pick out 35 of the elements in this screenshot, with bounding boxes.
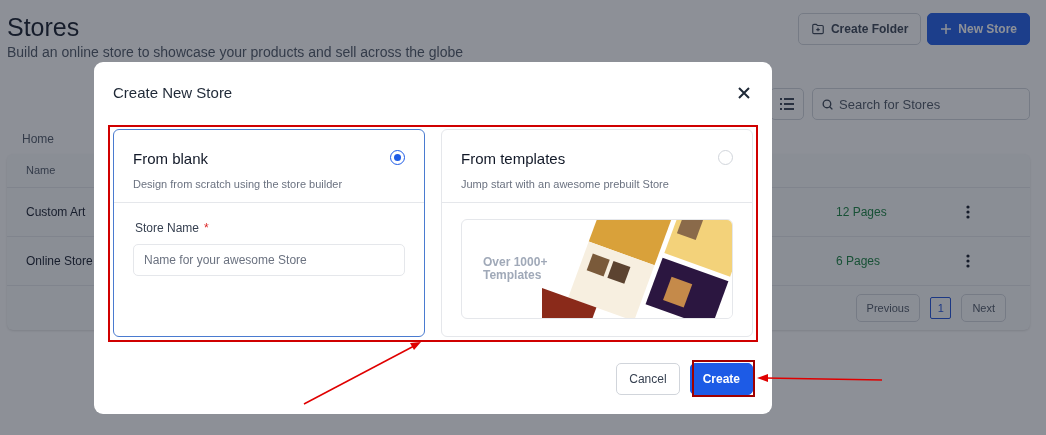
column-header: Name xyxy=(26,163,56,179)
close-button[interactable] xyxy=(738,87,750,99)
option-description: Jump start with an awesome prebuilt Store xyxy=(461,176,669,192)
new-store-button[interactable]: New Store xyxy=(927,13,1030,45)
option-title: From templates xyxy=(461,149,567,169)
option-card[interactable]: From blank Design from scratch using the store builder Store Name * Name for your awesome Store xyxy=(113,129,425,337)
page-subtitle: Build an online store to showcase your products and sell across the globe xyxy=(7,43,464,62)
page-count: 12 Pages xyxy=(836,204,888,221)
previous-button[interactable]: Previous xyxy=(855,294,921,322)
search-field[interactable]: Search for Stores xyxy=(812,88,1030,120)
folder-plus-icon xyxy=(810,22,825,36)
search-icon xyxy=(821,98,834,111)
dialog-title: Create New Store xyxy=(113,82,233,103)
highlight-frame xyxy=(692,360,755,397)
create-button[interactable]: Create xyxy=(689,363,753,395)
templates-preview[interactable]: Over 1000+ Templates xyxy=(461,219,733,319)
store-name-field[interactable]: Name for your awesome Store xyxy=(133,244,405,276)
option-card[interactable]: From templates Jump start with an awesome prebuilt Store Over 1000+ Templates xyxy=(441,129,753,337)
required-mark: * xyxy=(204,221,209,235)
more-icon[interactable] xyxy=(966,205,970,219)
page-title: Stores xyxy=(7,12,81,42)
breadcrumb-link[interactable]: Home xyxy=(22,130,54,148)
option-title: From blank xyxy=(133,149,210,169)
list-icon xyxy=(780,98,794,110)
field-label: Store Name * xyxy=(135,220,210,237)
cancel-button[interactable]: Cancel xyxy=(616,363,680,395)
page-button[interactable]: 1 xyxy=(930,297,952,319)
next-button[interactable]: Next xyxy=(961,294,1006,322)
close-icon xyxy=(738,87,750,99)
plus-icon xyxy=(940,23,953,35)
more-icon[interactable] xyxy=(966,254,970,268)
create-folder-button[interactable]: Create Folder xyxy=(797,13,922,45)
option-description: Design from scratch using the store builder xyxy=(133,176,343,192)
preview-text: Over 1000+ Templates xyxy=(483,256,548,282)
page-count: 6 Pages xyxy=(836,253,882,270)
